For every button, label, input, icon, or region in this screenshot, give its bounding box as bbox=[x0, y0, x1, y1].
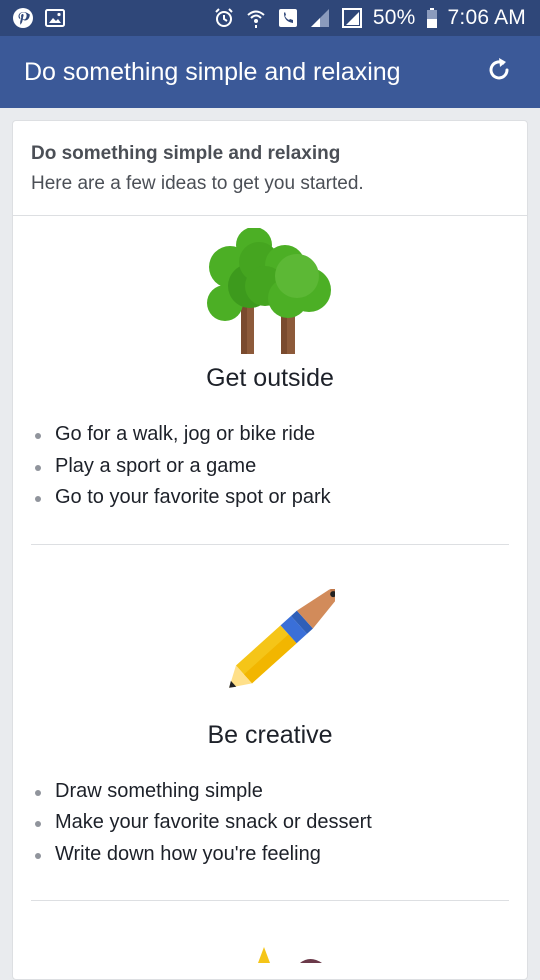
tips-list: Go for a walk, jog or bike ride Play a s… bbox=[31, 419, 509, 514]
status-bar: 50% 7:06 AM bbox=[0, 0, 540, 36]
battery-percent: 50% bbox=[372, 6, 416, 29]
section-title: Get outside bbox=[206, 364, 334, 392]
clock-time: 7:06 AM bbox=[447, 6, 526, 29]
next-section-icon bbox=[258, 947, 322, 963]
no-sim-icon bbox=[341, 7, 363, 29]
trees-icon bbox=[207, 228, 331, 354]
refresh-button[interactable] bbox=[482, 55, 516, 89]
card-title: Do something simple and relaxing bbox=[31, 143, 341, 164]
app-bar: Do something simple and relaxing bbox=[0, 36, 540, 108]
gallery-icon bbox=[44, 7, 66, 29]
wifi-calling-icon bbox=[245, 7, 267, 29]
list-item: Play a sport or a game bbox=[35, 451, 509, 483]
app-bar-title: Do something simple and relaxing bbox=[24, 57, 401, 86]
illustration-get-outside bbox=[31, 228, 509, 356]
section-get-outside: Get outside Go for a walk, jog or bike r… bbox=[13, 216, 527, 514]
signal-icon bbox=[309, 7, 331, 29]
alarm-icon bbox=[213, 7, 235, 29]
list-item: Write down how you're feeling bbox=[35, 839, 509, 871]
list-item: Draw something simple bbox=[35, 776, 509, 808]
refresh-icon bbox=[484, 55, 514, 90]
card-header: Do something simple and relaxing Here ar… bbox=[13, 121, 527, 216]
status-right: 50% 7:06 AM bbox=[213, 6, 526, 30]
status-left bbox=[12, 7, 66, 29]
list-item: Go to your favorite spot or park bbox=[35, 482, 509, 514]
list-item: Go for a walk, jog or bike ride bbox=[35, 419, 509, 451]
suggestion-card: Do something simple and relaxing Here ar… bbox=[12, 120, 528, 980]
pinterest-icon bbox=[12, 7, 34, 29]
battery-icon bbox=[426, 7, 438, 29]
illustration-be-creative bbox=[31, 588, 509, 713]
list-item: Make your favorite snack or dessert bbox=[35, 807, 509, 839]
tips-list: Draw something simple Make your favorite… bbox=[31, 776, 509, 871]
card-subtitle: Here are a few ideas to get you started. bbox=[31, 173, 364, 194]
voicemail-icon bbox=[277, 7, 299, 29]
pencil-pen-icon bbox=[229, 588, 335, 688]
illustration-next-section bbox=[13, 901, 527, 963]
section-title: Be creative bbox=[207, 720, 333, 749]
section-be-creative: Be creative Draw something simple Make y… bbox=[13, 545, 527, 871]
